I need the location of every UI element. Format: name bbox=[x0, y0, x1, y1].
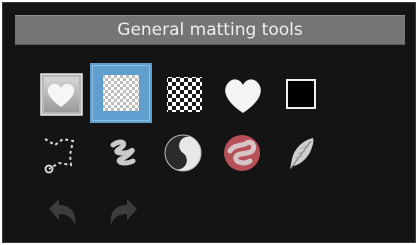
path-select-tool[interactable] bbox=[33, 125, 89, 181]
redo-button[interactable] bbox=[95, 187, 151, 242]
redo-arrow-icon bbox=[110, 199, 137, 225]
white-heart-icon bbox=[225, 79, 261, 113]
smudge-brush-tool[interactable] bbox=[95, 125, 151, 181]
black-square-tool[interactable] bbox=[273, 66, 329, 122]
black-square-icon bbox=[286, 79, 316, 109]
transparency-grid-tool[interactable] bbox=[90, 63, 152, 123]
feather-tool[interactable] bbox=[273, 125, 329, 181]
undo-button[interactable] bbox=[35, 187, 91, 242]
checker-board-tool[interactable] bbox=[156, 66, 212, 122]
red-blob-tool[interactable] bbox=[214, 125, 270, 181]
checker-fine-icon bbox=[103, 75, 139, 111]
red-blob-icon bbox=[224, 135, 260, 171]
feather-icon bbox=[290, 138, 314, 169]
heart-on-gray-icon bbox=[40, 73, 83, 116]
dotted-path-icon bbox=[44, 137, 75, 174]
yin-yang-icon bbox=[164, 134, 202, 172]
white-heart-tool[interactable] bbox=[215, 66, 271, 122]
panel-title: General matting tools bbox=[15, 15, 405, 45]
scribble-brush-icon bbox=[110, 139, 136, 166]
undo-arrow-icon bbox=[49, 199, 76, 225]
matting-tools-panel: General matting tools bbox=[2, 2, 416, 243]
heart-mask-tool[interactable] bbox=[33, 66, 89, 122]
yin-yang-tool[interactable] bbox=[155, 125, 211, 181]
checker-coarse-icon bbox=[167, 77, 202, 112]
